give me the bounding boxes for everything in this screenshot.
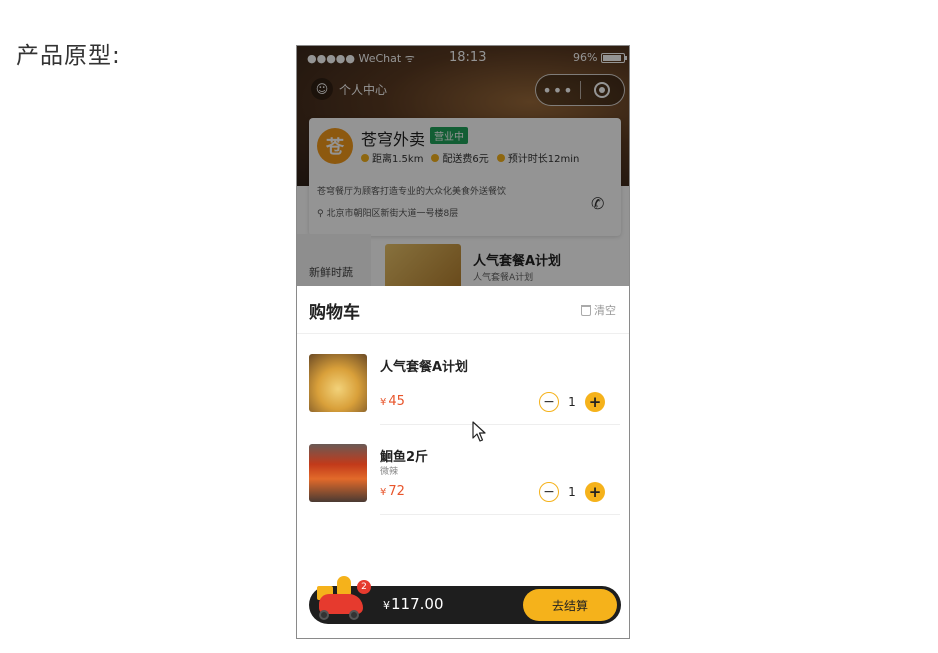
cart-item-image [309, 354, 367, 412]
phone-screen: ●●●●● WeChat ᯤ 18:13 96% ☺ 个人中心 ••• 苍 苍穹… [296, 45, 630, 639]
cursor-icon [472, 421, 486, 442]
cart-item-price: ¥45 [380, 394, 405, 409]
checkout-bar: 2 ¥117.00 去结算 [309, 576, 621, 624]
item-divider [380, 514, 620, 515]
quantity-value: 1 [568, 485, 576, 499]
cart-item-name: 鮰鱼2斤 [380, 450, 429, 465]
clear-cart-button[interactable]: 清空 [581, 302, 616, 318]
cart-item-spec: 微辣 [380, 467, 399, 477]
trash-icon [581, 304, 591, 316]
plus-icon[interactable]: + [585, 392, 605, 412]
quantity-stepper: − 1 + [539, 482, 605, 502]
clear-label: 清空 [594, 304, 616, 317]
cart-item-image [309, 444, 367, 502]
quantity-stepper: − 1 + [539, 392, 605, 412]
checkout-button[interactable]: 去结算 [523, 589, 617, 621]
quantity-value: 1 [568, 395, 576, 409]
minus-icon[interactable]: − [539, 392, 559, 412]
modal-overlay[interactable] [297, 46, 629, 286]
cart-title: 购物车 [309, 303, 360, 323]
plus-icon[interactable]: + [585, 482, 605, 502]
minus-icon[interactable]: − [539, 482, 559, 502]
cart-item-price: ¥72 [380, 484, 405, 499]
item-divider [380, 424, 620, 425]
slide-title: 产品原型: [16, 43, 121, 69]
cart-total: ¥117.00 [383, 595, 444, 613]
scooter-icon[interactable] [315, 572, 367, 622]
cart-header: 购物车 清空 [297, 286, 629, 334]
cart-item-name: 人气套餐A计划 [380, 360, 469, 375]
cart-count-badge: 2 [357, 580, 371, 594]
